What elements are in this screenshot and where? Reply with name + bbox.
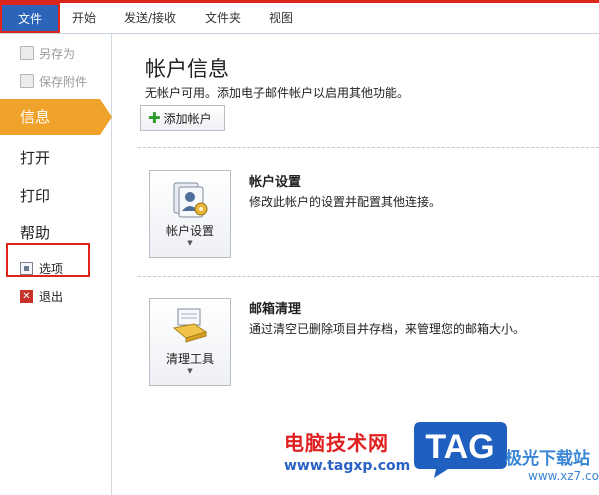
watermark-right-url: www.xz7.com [528,469,599,483]
save-attachments-command[interactable]: 保存附件 [20,72,87,90]
cleanup-icon [172,308,208,343]
tab-send-receive[interactable]: 发送/接收 [124,9,176,26]
backstage-nav: 另存为 保存附件 信息 打开 打印 帮助 选项 ✕ 退出 [0,34,112,495]
ribbon-tab-bar: 文件 开始 发送/接收 文件夹 视图 [0,0,599,34]
save-as-icon [20,46,34,60]
tab-folder[interactable]: 文件夹 [205,9,241,26]
watermark-url: www.tagxp.com [284,458,411,474]
nav-help[interactable]: 帮助 [20,222,50,243]
mailbox-cleanup-description: 通过清空已删除项目并存档，来管理您的邮箱大小。 [249,322,526,336]
page-title: 帐户信息 [145,57,229,81]
watermark-right-text: 极光下载站 [505,449,590,469]
chevron-down-icon: ▼ [187,367,193,375]
account-settings-button[interactable]: 帐户设置 ▼ [149,170,231,258]
nav-open[interactable]: 打开 [20,147,50,168]
divider [138,276,599,277]
watermark-logo: TAG [414,422,507,478]
watermark-site-name: 电脑技术网 [284,431,389,455]
save-attachments-icon [20,74,34,88]
cleanup-tools-button-label: 清理工具 [165,352,214,366]
page-description: 无帐户可用。添加电子邮件帐户以启用其他功能。 [145,86,410,100]
tab-home[interactable]: 开始 [72,9,96,26]
account-settings-description: 修改此帐户的设置并配置其他连接。 [249,195,442,209]
account-settings-icon [173,182,208,218]
save-as-command[interactable]: 另存为 [20,44,75,62]
mailbox-cleanup-heading: 邮箱清理 [249,302,302,317]
add-account-button[interactable]: ✚ 添加帐户 [140,105,225,131]
account-settings-button-label: 帐户设置 [165,224,214,238]
nav-info[interactable]: 信息 [0,99,112,135]
cleanup-tools-button[interactable]: 清理工具 ▼ [149,298,231,386]
highlight-box [6,243,90,277]
title-bar-edge [0,0,599,3]
account-settings-heading: 帐户设置 [249,175,302,190]
close-icon: ✕ [20,289,33,303]
nav-print[interactable]: 打印 [20,185,50,206]
svg-text:TAG: TAG [425,428,494,466]
tab-file[interactable]: 文件 [0,3,60,33]
exit-command[interactable]: ✕ 退出 [20,287,63,305]
tab-view[interactable]: 视图 [269,9,293,26]
divider [138,147,599,148]
chevron-down-icon: ▼ [187,239,193,247]
plus-icon: ✚ [148,108,161,127]
